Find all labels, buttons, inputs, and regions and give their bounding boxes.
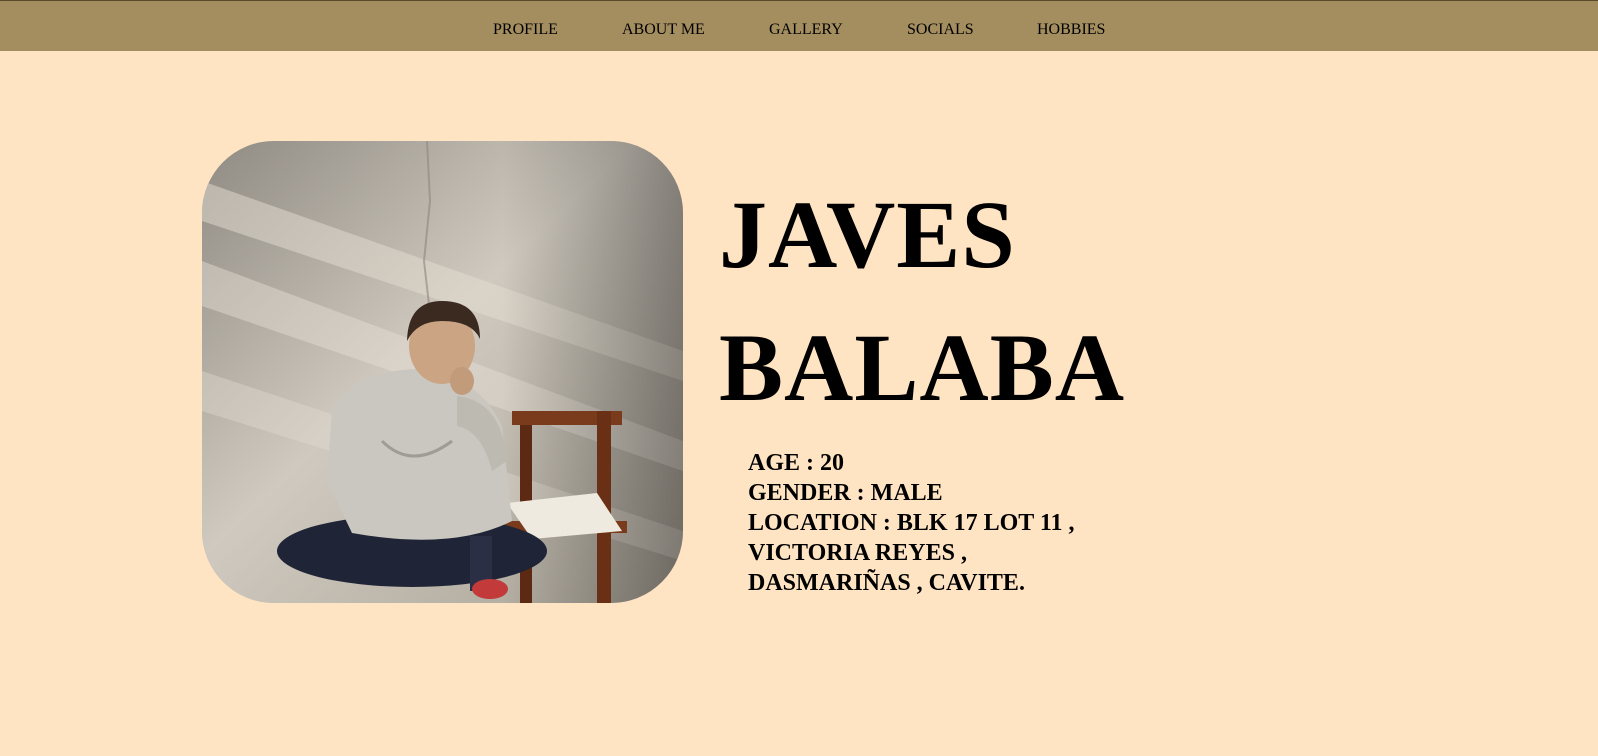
- location-line-3: DASMARIÑAS , CAVITE.: [748, 570, 1025, 596]
- nav-hobbies-link[interactable]: HOBBIES: [1037, 20, 1105, 40]
- location-line-1: LOCATION : BLK 17 LOT 11 ,: [748, 510, 1075, 536]
- nav-profile-link[interactable]: PROFILE: [493, 20, 558, 40]
- gender-text: GENDER : MALE: [748, 480, 943, 506]
- nav-gallery-link[interactable]: GALLERY: [769, 20, 843, 40]
- profile-last-name: BALABA: [719, 314, 1126, 421]
- profile-photo: [202, 141, 683, 603]
- location-line-2: VICTORIA REYES ,: [748, 540, 967, 566]
- top-navbar: PROFILE ABOUT ME GALLERY SOCIALS HOBBIES: [0, 0, 1598, 51]
- age-text: AGE : 20: [748, 450, 844, 476]
- profile-photo-illustration: [202, 141, 683, 603]
- profile-details: AGE : 20 GENDER : MALE LOCATION : BLK 17…: [748, 448, 1075, 598]
- nav-about-me-link[interactable]: ABOUT ME: [622, 20, 705, 40]
- profile-first-name: JAVES: [719, 181, 1016, 288]
- nav-socials-link[interactable]: SOCIALS: [907, 20, 974, 40]
